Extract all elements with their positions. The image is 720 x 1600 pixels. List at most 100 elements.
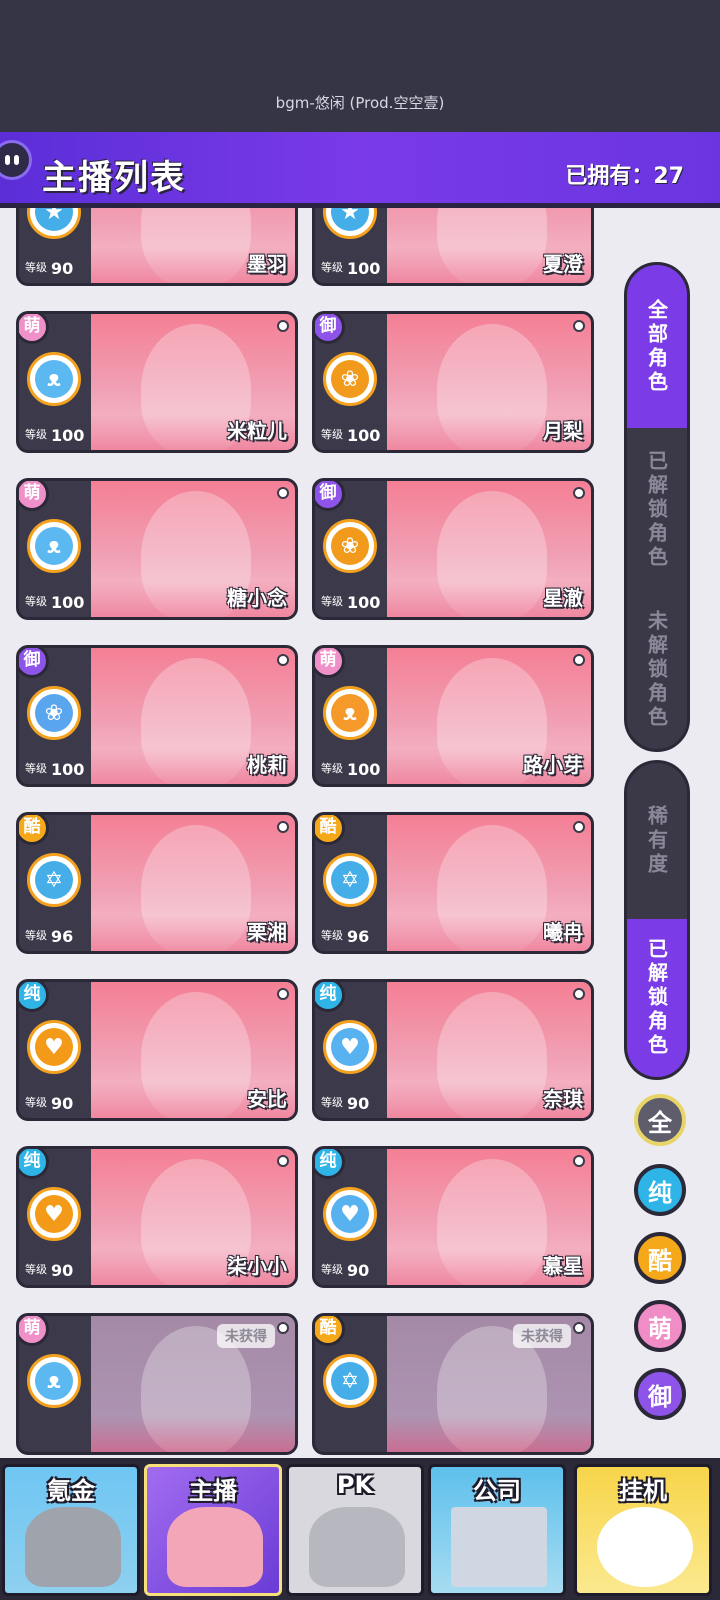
streamer-card[interactable]: 萌 ᴥ 未获得 (16, 1313, 298, 1455)
level-value: 100 (51, 593, 85, 612)
level-label: 等级 (321, 1263, 343, 1276)
level-label: 等级 (321, 929, 343, 942)
nav-idle[interactable]: 挂机 (574, 1464, 712, 1596)
streamer-card[interactable]: 御 ❀ 等级 100 桃莉 (16, 645, 298, 787)
badge-icon: ★ (35, 208, 73, 231)
streamer-card[interactable]: 萌 ᴥ 等级 100 路小芽 (312, 645, 594, 787)
filter-all-characters[interactable]: 全部角色 (627, 265, 687, 428)
card-pin-icon (573, 320, 585, 332)
pig-streamer-icon (167, 1507, 263, 1587)
streamer-card[interactable]: 萌 ᴥ 等级 100 糖小念 (16, 478, 298, 620)
heart-icon: ♥ (331, 1028, 369, 1066)
rarity-cute-button[interactable]: 萌 (634, 1300, 686, 1352)
rarity-pure-button[interactable]: 纯 (634, 1164, 686, 1216)
talent-badge: ♥ (27, 1187, 81, 1241)
nav-streamer[interactable]: 主播 (144, 1464, 282, 1596)
level-label: 等级 (25, 1263, 47, 1276)
level-value: 100 (347, 259, 381, 278)
page-header: 主播列表 已拥有：27 (0, 132, 720, 208)
talent-badge: ♥ (323, 1020, 377, 1074)
streamer-card[interactable]: 纯 ♥ 等级 90 慕星 (312, 1146, 594, 1288)
talent-badge: ✡ (323, 1354, 377, 1408)
streamer-card[interactable]: 纯 ♥ 等级 90 奈琪 (312, 979, 594, 1121)
rarity-all-button[interactable]: 全 (634, 1094, 686, 1146)
filter-unlocked-characters[interactable]: 已解锁角色 (627, 428, 687, 591)
level-value: 100 (347, 593, 381, 612)
level-value: 90 (51, 1261, 74, 1280)
talent-badge: ❀ (323, 352, 377, 406)
heart-icon: ♥ (331, 1195, 369, 1233)
level-label: 等级 (25, 1096, 47, 1109)
character-name: 墨羽 (247, 252, 287, 276)
talent-badge: ✡ (323, 853, 377, 907)
character-name: 夏澄 (543, 252, 583, 276)
page-title: 主播列表 (42, 158, 186, 198)
streamer-card[interactable]: 御 ❀ 等级 100 月梨 (312, 311, 594, 453)
streamer-card[interactable]: 纯 ♥ 等级 90 安比 (16, 979, 298, 1121)
talent-badge: ᴥ (27, 1354, 81, 1408)
character-name: 栗湘 (247, 920, 287, 944)
unobtained-tag: 未获得 (217, 1324, 275, 1348)
level-value: 100 (347, 760, 381, 779)
streamer-card[interactable]: 纯 ♥ 等级 90 柒小小 (16, 1146, 298, 1288)
nav-pk[interactable]: PK (286, 1464, 424, 1596)
rarity-elegant-button[interactable]: 御 (634, 1368, 686, 1420)
rose-icon: ❀ (331, 360, 369, 398)
talent-badge: ❀ (323, 519, 377, 573)
character-name: 路小芽 (523, 753, 583, 777)
piggy-bank-icon (597, 1507, 693, 1587)
level-value: 90 (51, 1094, 74, 1113)
level-value: 90 (347, 1261, 370, 1280)
nav-money[interactable]: 氪金 (2, 1464, 140, 1596)
card-pin-icon (277, 1322, 289, 1334)
streamer-card[interactable]: 酷 ✡ 未获得 (312, 1313, 594, 1455)
card-pin-icon (277, 988, 289, 1000)
nav-company[interactable]: 公司 (428, 1464, 566, 1596)
pk-battle-icon (309, 1507, 405, 1587)
unobtained-tag: 未获得 (513, 1324, 571, 1348)
character-name: 糖小念 (227, 586, 287, 610)
filter-locked-characters[interactable]: 未解锁角色 (627, 591, 687, 749)
card-pin-icon (277, 821, 289, 833)
badge-icon: ★ (331, 208, 369, 231)
star-icon: ✡ (35, 861, 73, 899)
rarity-cool-button[interactable]: 酷 (634, 1232, 686, 1284)
drawer-handle-icon[interactable] (0, 140, 32, 180)
streamer-card[interactable]: ★ 等级 100 夏澄 (312, 208, 594, 286)
streamer-card[interactable]: 酷 ✡ 等级 96 栗湘 (16, 812, 298, 954)
streamer-card[interactable]: 酷 ✡ 等级 96 曦冉 (312, 812, 594, 954)
level-label: 等级 (321, 595, 343, 608)
card-pin-icon (277, 320, 289, 332)
talent-badge: ᴥ (27, 519, 81, 573)
level-value: 90 (51, 259, 74, 278)
card-pin-icon (573, 654, 585, 666)
streamer-card[interactable]: ★ 等级 90 墨羽 (16, 208, 298, 286)
character-name: 慕星 (543, 1254, 583, 1278)
talent-badge: ᴥ (323, 686, 377, 740)
rose-icon: ❀ (35, 694, 73, 732)
card-pin-icon (573, 487, 585, 499)
cat-icon: ᴥ (35, 1362, 73, 1400)
sort-rarity[interactable]: 稀有度 (627, 763, 687, 919)
card-pin-icon (277, 487, 289, 499)
ownership-filter: 全部角色 已解锁角色 未解锁角色 (624, 262, 690, 752)
level-label: 等级 (25, 428, 47, 441)
level-value: 100 (51, 760, 85, 779)
sort-filter: 稀有度 已解锁角色 (624, 760, 690, 1080)
talent-badge: ❀ (27, 686, 81, 740)
character-name: 柒小小 (227, 1254, 287, 1278)
card-pin-icon (573, 1322, 585, 1334)
talent-badge: ♥ (323, 1187, 377, 1241)
character-name: 奈琪 (543, 1087, 583, 1111)
talent-badge: ᴥ (27, 352, 81, 406)
level-label: 等级 (321, 762, 343, 775)
streamer-card[interactable]: 御 ❀ 等级 100 星澈 (312, 478, 594, 620)
star-icon: ✡ (331, 1362, 369, 1400)
talent-badge: ✡ (27, 853, 81, 907)
coin-pile-icon (25, 1507, 121, 1587)
cat-icon: ᴥ (331, 694, 369, 732)
streamer-card[interactable]: 萌 ᴥ 等级 100 米粒儿 (16, 311, 298, 453)
sort-unlocked[interactable]: 已解锁角色 (627, 919, 687, 1077)
cat-icon: ᴥ (35, 360, 73, 398)
heart-icon: ♥ (35, 1028, 73, 1066)
